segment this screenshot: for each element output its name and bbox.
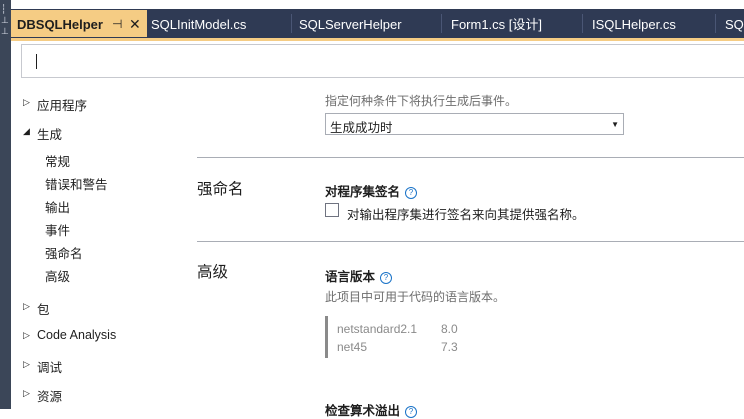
tab-divider bbox=[291, 14, 292, 33]
sign-assembly-title-text: 对程序集签名 bbox=[325, 185, 401, 199]
section-divider bbox=[197, 157, 744, 158]
nav-item-application[interactable]: 应用程序 bbox=[37, 95, 87, 114]
tab-sqlinitmodel[interactable]: SQLInitModel.cs bbox=[151, 9, 289, 38]
tab-overflow[interactable]: SQ bbox=[725, 9, 744, 38]
tab-divider bbox=[582, 14, 583, 33]
post-build-condition-select[interactable]: 生成成功时 ▼ bbox=[325, 113, 624, 135]
tab-label: SQLServerHelper bbox=[299, 17, 402, 32]
language-version-title: 语言版本? bbox=[325, 266, 393, 285]
nav-item-build-errors[interactable]: 错误和警告 bbox=[45, 174, 108, 193]
tab-sqlserverhelper[interactable]: SQLServerHelper bbox=[299, 9, 439, 38]
nav-item-build-general[interactable]: 常规 bbox=[45, 151, 70, 170]
close-icon[interactable]: ✕ bbox=[129, 10, 141, 37]
expand-arrow-icon[interactable]: ▷ bbox=[23, 388, 30, 399]
collapse-arrow-icon[interactable]: ◢ bbox=[23, 126, 30, 137]
framework-name: netstandard2.1 bbox=[337, 322, 418, 336]
tab-label: SQLInitModel.cs bbox=[151, 17, 247, 32]
expand-arrow-icon[interactable]: ▷ bbox=[23, 97, 30, 108]
sign-assembly-checkbox[interactable] bbox=[325, 203, 339, 217]
arithmetic-overflow-title: 检查算术溢出? bbox=[325, 400, 418, 419]
language-version-bar bbox=[325, 316, 328, 358]
nav-item-build-output[interactable]: 输出 bbox=[45, 197, 70, 216]
active-tab-underline bbox=[11, 38, 744, 41]
tab-label: ISQLHelper.cs bbox=[592, 17, 676, 32]
post-build-hint: 指定何种条件下将执行生成后事件。 bbox=[325, 94, 518, 108]
help-icon[interactable]: ? bbox=[380, 272, 393, 284]
tab-dbsqlhelper[interactable]: DBSQLHelper ⊣ ✕ bbox=[11, 10, 147, 37]
tab-isqlhelper[interactable]: ISQLHelper.cs bbox=[592, 9, 714, 38]
expand-arrow-icon[interactable]: ▷ bbox=[23, 330, 30, 341]
tab-label: DBSQLHelper bbox=[17, 17, 103, 32]
language-version-title-text: 语言版本 bbox=[325, 270, 376, 284]
language-version-value: 7.3 bbox=[441, 340, 458, 354]
help-icon[interactable]: ? bbox=[405, 406, 418, 418]
nav-item-code-analysis[interactable]: Code Analysis bbox=[37, 328, 116, 342]
document-tab-bar: DBSQLHelper ⊣ ✕ SQLInitModel.cs SQLServe… bbox=[11, 9, 744, 38]
help-icon[interactable]: ? bbox=[405, 187, 418, 199]
nav-item-build[interactable]: 生成 bbox=[37, 124, 62, 143]
expand-arrow-icon[interactable]: ▷ bbox=[23, 301, 30, 312]
tab-label: SQ bbox=[725, 17, 744, 32]
pin-icon[interactable]: ⊣ bbox=[112, 10, 122, 37]
arithmetic-overflow-title-text: 检查算术溢出 bbox=[325, 404, 401, 418]
framework-name: net45 bbox=[337, 340, 368, 354]
chevron-down-icon: ▼ bbox=[611, 120, 619, 129]
search-input[interactable] bbox=[21, 44, 744, 78]
tab-form1-design[interactable]: Form1.cs [设计] bbox=[451, 9, 579, 38]
nav-item-resources[interactable]: 资源 bbox=[37, 386, 62, 405]
tab-label: Form1.cs [设计] bbox=[451, 17, 543, 32]
select-value: 生成成功时 bbox=[330, 121, 393, 135]
tab-divider bbox=[441, 14, 442, 33]
text-caret bbox=[36, 54, 37, 69]
language-version-value: 8.0 bbox=[441, 322, 458, 336]
nav-item-package[interactable]: 包 bbox=[37, 299, 50, 318]
language-version-hint: 此项目中可用于代码的语言版本。 bbox=[325, 290, 506, 304]
strip-glyph: ┆ ⊥ ⊥ bbox=[1, 4, 9, 36]
nav-item-build-strong-name[interactable]: 强命名 bbox=[45, 243, 83, 262]
toolbox-strip[interactable]: ┆ ⊥ ⊥ bbox=[0, 0, 11, 409]
nav-item-build-advanced[interactable]: 高级 bbox=[45, 266, 70, 285]
sign-assembly-title: 对程序集签名? bbox=[325, 181, 418, 200]
nav-item-build-events[interactable]: 事件 bbox=[45, 220, 70, 239]
section-divider bbox=[197, 241, 744, 242]
sign-assembly-checkbox-label[interactable]: 对输出程序集进行签名来向其提供强名称。 bbox=[347, 204, 585, 223]
tab-divider bbox=[715, 14, 716, 33]
nav-item-debug[interactable]: 调试 bbox=[37, 357, 62, 376]
section-heading-advanced: 高级 bbox=[197, 264, 229, 281]
expand-arrow-icon[interactable]: ▷ bbox=[23, 359, 30, 370]
section-heading-strong-name: 强命名 bbox=[197, 181, 244, 198]
